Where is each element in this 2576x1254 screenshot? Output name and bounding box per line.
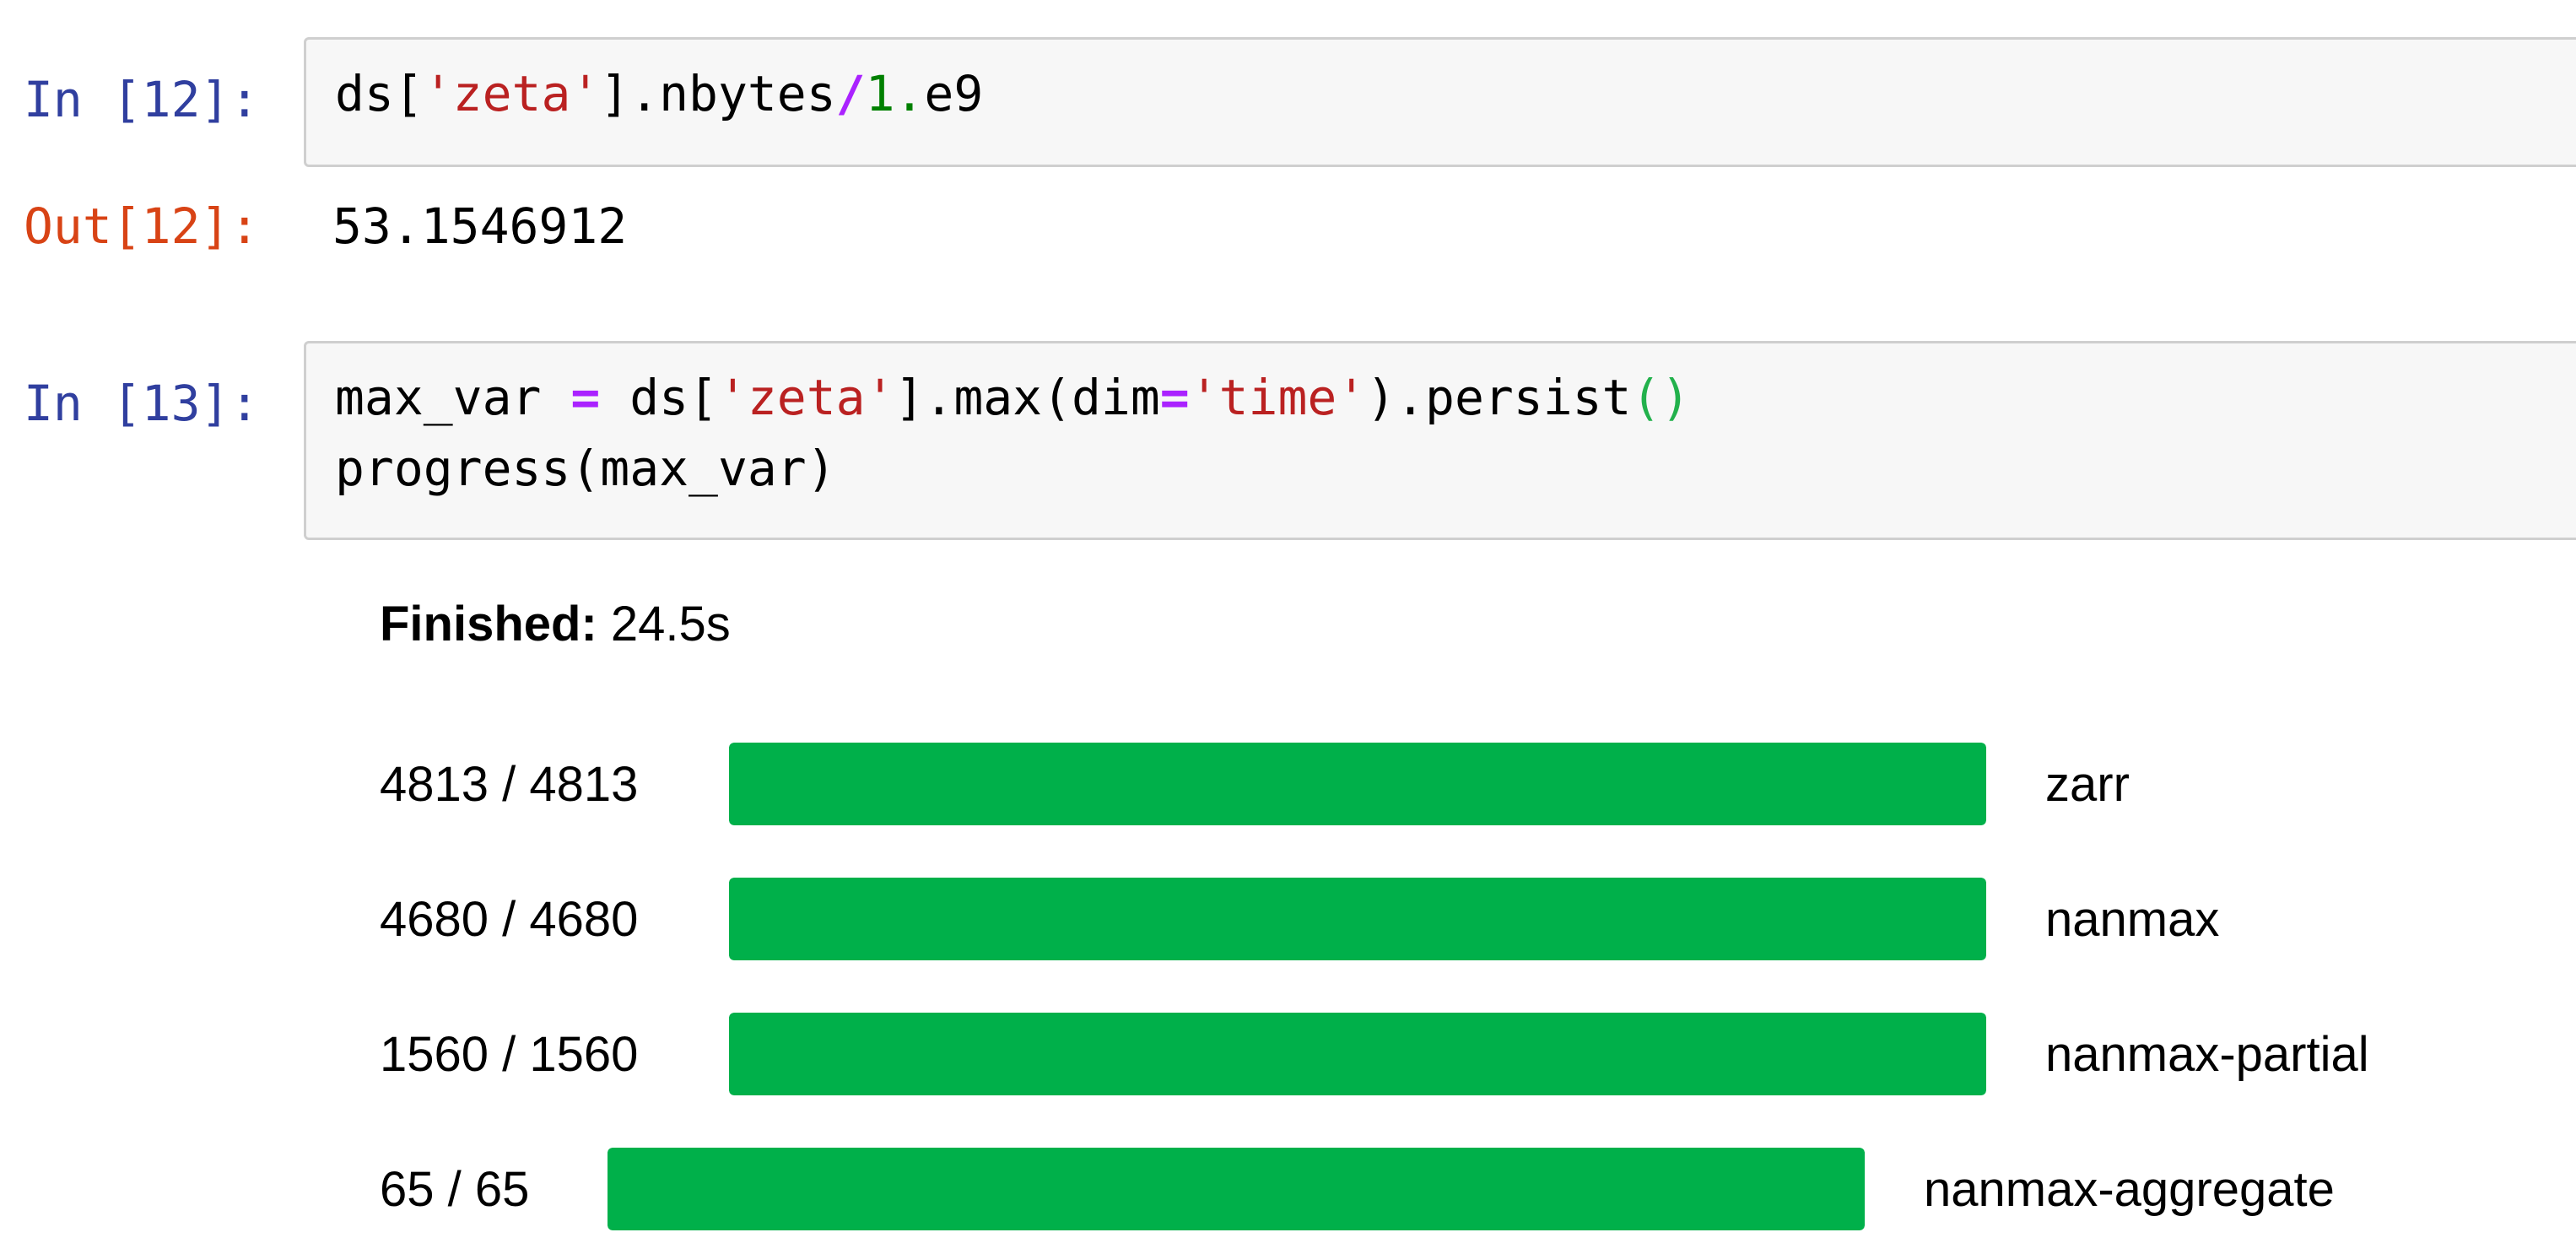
code-number: 1. xyxy=(865,65,925,122)
finished-label: Finished: xyxy=(380,597,597,651)
progress-count: 4813 / 4813 xyxy=(380,757,639,812)
progress-bar xyxy=(729,743,1986,825)
code-operator: / xyxy=(835,65,866,122)
progress-output: Finished: 24.5s 4813 / 4813 zarr 4680 / … xyxy=(380,582,2540,1240)
progress-count: 1560 / 1560 xyxy=(380,1027,639,1082)
code-cell-13[interactable]: max_var = ds['zeta'].max(dim='time').per… xyxy=(304,341,2576,540)
code-operator: = xyxy=(1159,369,1190,426)
code-operator: = xyxy=(570,369,601,426)
progress-bar-fill xyxy=(729,878,1986,960)
code-token: ).persist xyxy=(1366,369,1632,426)
progress-bar-fill xyxy=(608,1148,1865,1230)
progress-task-name: zarr xyxy=(2045,757,2130,812)
code-line: max_var = ds['zeta'].max(dim='time').per… xyxy=(335,362,2576,433)
output-prompt-12: Out[12]: xyxy=(24,197,260,255)
progress-count: 4680 / 4680 xyxy=(380,892,639,947)
code-cell-12[interactable]: ds['zeta'].nbytes/1.e9 xyxy=(304,37,2576,167)
code-token: e9 xyxy=(924,65,984,122)
input-prompt-12: In [12]: xyxy=(24,71,260,128)
finished-status: Finished: 24.5s xyxy=(380,596,731,652)
code-token: max_var xyxy=(335,369,571,426)
finished-time: 24.5s xyxy=(610,597,731,651)
progress-bar xyxy=(729,878,1986,960)
code-paren: () xyxy=(1631,369,1691,426)
progress-task-name: nanmax-partial xyxy=(2045,1027,2369,1082)
code-line: ds['zeta'].nbytes/1.e9 xyxy=(335,58,2576,129)
input-prompt-13: In [13]: xyxy=(24,375,260,432)
progress-bar-fill xyxy=(729,743,1986,825)
progress-task-name: nanmax-aggregate xyxy=(1924,1162,2335,1217)
progress-task-name: nanmax xyxy=(2045,892,2220,947)
code-token: ].max(dim xyxy=(894,369,1160,426)
progress-bar-fill xyxy=(729,1013,1986,1095)
progress-count: 65 / 65 xyxy=(380,1162,530,1217)
code-string: 'time' xyxy=(1189,369,1367,426)
code-line: progress(max_var) xyxy=(335,440,836,497)
output-value-12: 53.1546912 xyxy=(332,197,628,255)
progress-bar xyxy=(608,1148,1865,1230)
progress-bar xyxy=(729,1013,1986,1095)
code-token: ds[ xyxy=(335,65,424,122)
code-string: 'zeta' xyxy=(423,65,601,122)
code-string: 'zeta' xyxy=(717,369,895,426)
code-token: ds[ xyxy=(600,369,718,426)
code-token: ].nbytes xyxy=(600,65,836,122)
